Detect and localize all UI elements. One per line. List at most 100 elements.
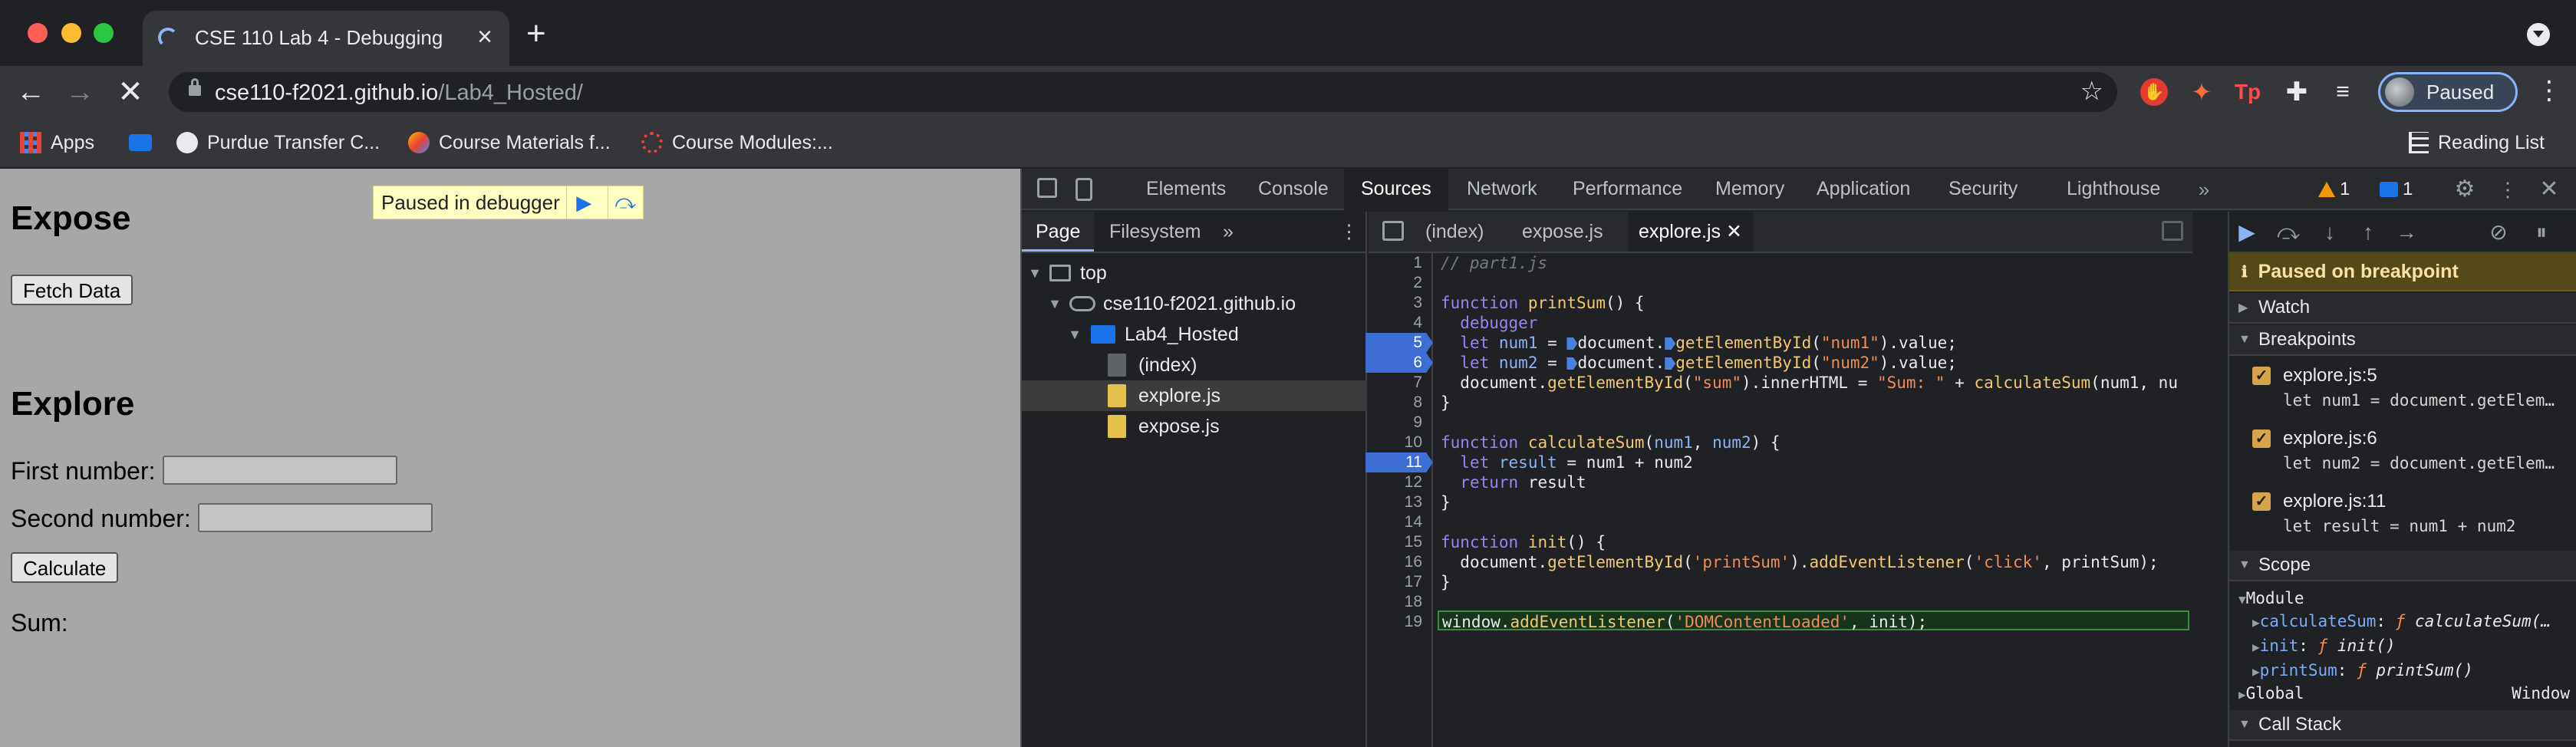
- scope-global[interactable]: ▶Global Window: [2238, 681, 2576, 706]
- tab-elements[interactable]: Elements: [1146, 169, 1226, 210]
- settings-gear-icon[interactable]: ⚙: [2453, 178, 2476, 201]
- tree-item-folder[interactable]: ▼ Lab4_Hosted: [1022, 319, 1367, 350]
- device-toolbar-icon[interactable]: [1076, 178, 1092, 201]
- overlay-step-over-icon[interactable]: ⤼: [607, 186, 643, 219]
- editor-tab-expose[interactable]: expose.js: [1522, 212, 1603, 252]
- forward-button[interactable]: →: [61, 74, 98, 110]
- bookmark-star-icon[interactable]: ☆: [2080, 76, 2103, 107]
- tree-item-index[interactable]: (index): [1022, 350, 1367, 380]
- media-queue-icon[interactable]: ≡: [2329, 78, 2357, 106]
- tab-sources[interactable]: Sources: [1344, 169, 1448, 210]
- line-number[interactable]: 3: [1364, 293, 1425, 313]
- line-number[interactable]: 9: [1364, 413, 1425, 433]
- devtools-close-icon[interactable]: ✕: [2538, 178, 2561, 201]
- scope-item[interactable]: ▶init: ƒ init(): [2252, 633, 2576, 658]
- bookmark-purdue[interactable]: Purdue Transfer C...: [176, 127, 380, 158]
- scope-item[interactable]: ▶printSum: ƒ printSum(): [2252, 658, 2576, 683]
- tree-item-top[interactable]: ▼ top: [1022, 258, 1367, 288]
- step-icon[interactable]: →: [2393, 219, 2420, 245]
- lock-icon[interactable]: [189, 78, 201, 96]
- line-number[interactable]: 14: [1364, 512, 1425, 532]
- bookmark-course-materials[interactable]: Course Materials f...: [408, 127, 611, 158]
- line-number[interactable]: 10: [1364, 433, 1425, 452]
- overlay-resume-icon[interactable]: ▶︎: [565, 186, 601, 219]
- breakpoint-item[interactable]: ✓ explore.js:11 let result = num1 + num2: [2229, 483, 2576, 545]
- stop-loading-button[interactable]: ✕: [112, 74, 149, 110]
- line-number[interactable]: 1: [1364, 253, 1425, 273]
- editor-tab-close-icon[interactable]: ✕: [1726, 221, 1742, 242]
- deactivate-breakpoints-icon[interactable]: ⊘: [2485, 219, 2512, 245]
- line-number[interactable]: 4: [1364, 313, 1425, 333]
- step-over-icon[interactable]: ⤼: [2275, 219, 2301, 245]
- step-into-icon[interactable]: ↓: [2317, 219, 2343, 245]
- pause-on-exceptions-icon[interactable]: ⏸: [2528, 219, 2555, 245]
- inline-breakpoint-marker[interactable]: [1665, 357, 1676, 370]
- navigator-menu-icon[interactable]: ⋮: [1339, 212, 1359, 252]
- tab-network[interactable]: Network: [1467, 169, 1537, 210]
- tab-memory[interactable]: Memory: [1715, 169, 1784, 210]
- tab-lighthouse[interactable]: Lighthouse: [2067, 169, 2160, 210]
- line-number[interactable]: 16: [1364, 552, 1425, 572]
- call-stack-section-header[interactable]: ▼ Call Stack: [2229, 710, 2576, 741]
- tree-item-expose-js[interactable]: expose.js: [1022, 411, 1367, 442]
- line-number[interactable]: 7: [1364, 373, 1425, 393]
- editor-tab-index[interactable]: (index): [1425, 212, 1484, 252]
- scope-item[interactable]: ▶calculateSum: ƒ calculateSum(…: [2252, 609, 2576, 633]
- line-number[interactable]: 12: [1364, 472, 1425, 492]
- browser-menu-icon[interactable]: ⋮: [2536, 77, 2562, 104]
- breakpoint-item[interactable]: ✓ explore.js:6 let num2 = document.getEl…: [2229, 420, 2576, 482]
- window-maximize-button[interactable]: [94, 23, 114, 43]
- new-tab-button[interactable]: +: [526, 17, 546, 51]
- extension-red-icon[interactable]: ✋: [2140, 78, 2168, 106]
- tree-item-explore-js[interactable]: explore.js: [1022, 380, 1367, 411]
- profile-button[interactable]: Paused: [2378, 72, 2518, 112]
- reading-list-button[interactable]: Reading List: [2409, 127, 2545, 158]
- breakpoint-line-number[interactable]: 5: [1365, 333, 1433, 353]
- tab-security[interactable]: Security: [1948, 169, 2018, 210]
- editor-tab-explore[interactable]: explore.js ✕: [1628, 212, 1753, 252]
- line-number[interactable]: 2: [1364, 273, 1425, 293]
- navigator-tab-page[interactable]: Page: [1022, 212, 1095, 252]
- tree-item-host[interactable]: ▼ cse110-f2021.github.io: [1022, 288, 1367, 319]
- tab-console[interactable]: Console: [1258, 169, 1329, 210]
- window-close-button[interactable]: [28, 23, 48, 43]
- extensions-puzzle-icon[interactable]: ✚: [2283, 78, 2311, 106]
- url-text[interactable]: cse110-f2021.github.io/Lab4_Hosted/: [215, 81, 583, 106]
- line-number[interactable]: 17: [1364, 572, 1425, 592]
- tab-application[interactable]: Application: [1817, 169, 1910, 210]
- breakpoint-line-number[interactable]: 11: [1365, 452, 1433, 472]
- resume-icon[interactable]: ▶︎: [2234, 219, 2260, 245]
- breakpoint-checkbox[interactable]: ✓: [2252, 429, 2271, 448]
- breakpoint-checkbox[interactable]: ✓: [2252, 492, 2271, 511]
- devtools-menu-icon[interactable]: ⋮: [2496, 178, 2519, 201]
- inspect-element-icon[interactable]: [1037, 178, 1057, 198]
- step-out-icon[interactable]: ↑: [2355, 219, 2381, 245]
- back-button[interactable]: ←: [12, 74, 49, 110]
- fetch-data-button[interactable]: Fetch Data: [11, 275, 133, 305]
- extension-tp-icon[interactable]: Tp: [2234, 78, 2261, 106]
- tab-search-button[interactable]: [2527, 23, 2550, 46]
- line-number[interactable]: 15: [1364, 532, 1425, 552]
- messages-badge[interactable]: 1: [2380, 176, 2413, 202]
- bookmark-apps[interactable]: Apps: [20, 127, 94, 158]
- line-number[interactable]: 19: [1364, 612, 1425, 632]
- toggle-navigator-icon[interactable]: [1382, 221, 1404, 241]
- code-area[interactable]: // part1.js function printSum() { debugg…: [1438, 253, 2189, 747]
- calculate-button[interactable]: Calculate: [11, 552, 119, 583]
- more-tabs-icon[interactable]: »: [2192, 178, 2215, 201]
- line-number[interactable]: 13: [1364, 492, 1425, 512]
- inline-breakpoint-marker[interactable]: [1665, 337, 1676, 350]
- extension-orange-icon[interactable]: ✦: [2188, 78, 2215, 106]
- address-bar[interactable]: cse110-f2021.github.io/Lab4_Hosted/ ☆: [169, 72, 2117, 112]
- browser-tab-active[interactable]: CSE 110 Lab 4 - Debugging ×: [143, 11, 509, 66]
- watch-section-header[interactable]: ▶ Watch: [2229, 293, 2576, 324]
- breakpoint-checkbox[interactable]: ✓: [2252, 367, 2271, 385]
- breakpoint-item[interactable]: ✓ explore.js:5 let num1 = document.getEl…: [2229, 357, 2576, 419]
- inline-breakpoint-marker[interactable]: [1566, 357, 1578, 370]
- navigator-tab-filesystem[interactable]: Filesystem: [1109, 212, 1201, 252]
- second-number-input[interactable]: [198, 503, 433, 532]
- warnings-badge[interactable]: 1: [2318, 176, 2350, 202]
- line-number[interactable]: 8: [1364, 393, 1425, 413]
- bookmark-flag[interactable]: [129, 127, 152, 158]
- breakpoints-section-header[interactable]: ▼ Breakpoints: [2229, 325, 2576, 356]
